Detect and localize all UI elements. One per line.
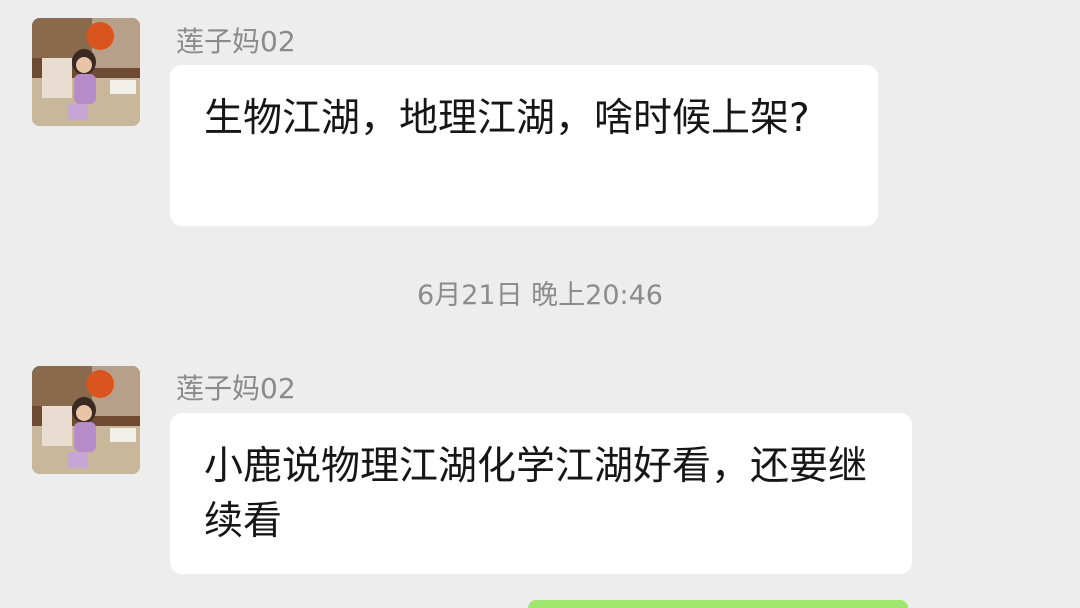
message-bubble[interactable]: 生物江湖，地理江湖，啥时候上架? <box>170 65 878 226</box>
timestamp: 6月21日 晚上20:46 <box>417 280 663 311</box>
sender-name: 莲子妈02 <box>176 372 296 405</box>
message-text: 小鹿说物理江湖化学江湖好看，还要继续看 <box>204 444 868 544</box>
avatar[interactable] <box>32 366 140 474</box>
sender-name: 莲子妈02 <box>176 25 296 58</box>
message-bubble[interactable]: 小鹿说物理江湖化学江湖好看，还要继续看 <box>170 413 912 574</box>
avatar[interactable] <box>32 18 140 126</box>
message-text: 生物江湖，地理江湖，啥时候上架? <box>204 96 810 141</box>
chat-area: 莲子妈02 生物江湖，地理江湖，啥时候上架? 6月21日 晚上20:46 莲子妈… <box>0 0 1080 608</box>
outgoing-message-bubble[interactable] <box>528 600 908 608</box>
